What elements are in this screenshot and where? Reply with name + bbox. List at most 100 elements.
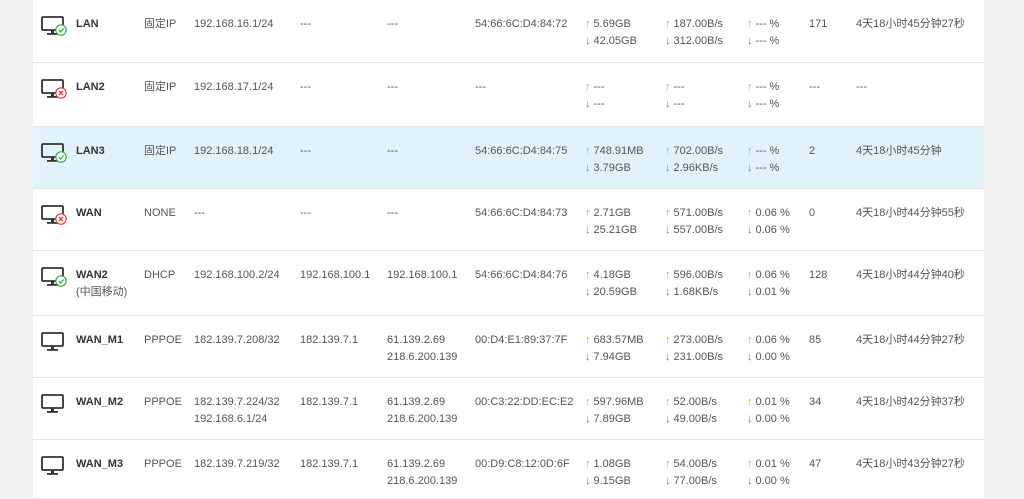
transfer-rate-down-value: 312.00B/s [673, 35, 724, 47]
gateway: 192.168.100.1 [300, 269, 371, 281]
interface-name-label: WAN_M3 [76, 458, 124, 470]
table-row[interactable]: LAN 固定IP 192.168.16.1/24 --- --- 54:66:6C:D4:… [33, 0, 984, 63]
gateway: --- [300, 207, 311, 219]
transfer-rate-up: ↑ --- [665, 79, 685, 96]
network-interface-icon [41, 266, 67, 288]
transfer-rate-up: ↑ 187.00B/s [665, 16, 723, 33]
connection-count: --- [809, 81, 820, 93]
dns-server-value: 218.6.200.139 [387, 475, 458, 487]
traffic-total-down-value: 20.59GB [593, 286, 637, 298]
dns-server-value: 218.6.200.139 [387, 351, 458, 363]
gateway: 182.139.7.1 [300, 396, 359, 408]
ip-address: 192.168.17.1/24 [194, 79, 274, 96]
table-row[interactable]: WAN_M1 PPPOE 182.139.7.208/32 182.139.7.1 61… [33, 316, 984, 378]
table-row[interactable]: WAN_M3 PPPOE 182.139.7.219/32 182.139.7.1 61… [33, 440, 984, 499]
packet-loss: ↑ 0.06 % ↓ 0.06 % [747, 205, 790, 239]
arrow-up-icon: ↑ [665, 269, 671, 281]
table-row[interactable]: LAN2 固定IP 192.168.17.1/24 --- --- --- ↑ --- ↓ ---… [33, 63, 984, 127]
arrow-down-icon: ↓ [585, 413, 591, 425]
arrow-up-icon: ↑ [585, 269, 591, 281]
gateway: --- [300, 81, 311, 93]
traffic-total-down: ↓ 20.59GB [585, 284, 637, 301]
traffic-total-down-value: 3.79GB [593, 162, 631, 174]
arrow-down-icon: ↓ [585, 98, 591, 110]
transfer-rate-down: ↓ 557.00B/s [665, 222, 723, 239]
arrow-up-icon: ↑ [747, 81, 753, 93]
transfer-rate: ↑ 54.00B/s ↓ 77.00B/s [665, 456, 717, 490]
packet-loss-down: ↓ 0.01 % [747, 284, 790, 301]
traffic-total-up: ↑ 2.71GB [585, 205, 637, 222]
transfer-rate-up-value: 52.00B/s [673, 396, 717, 408]
table-row[interactable]: LAN3 固定IP 192.168.18.1/24 --- --- 54:66:6C:D4… [33, 127, 984, 189]
interface-name: WAN_M2 [76, 394, 123, 411]
packet-loss-down: ↓ --- % [747, 96, 779, 113]
dns-servers: --- [387, 143, 398, 160]
arrow-down-icon: ↓ [585, 224, 591, 236]
interface-name: WAN2 (中国移动) [76, 267, 127, 301]
traffic-total: ↑ 597.96MB ↓ 7.89GB [585, 394, 644, 428]
packet-loss-down-value: 0.00 % [755, 351, 790, 363]
traffic-total-down-value: 9.15GB [593, 475, 631, 487]
packet-loss-up-value: --- % [755, 81, 780, 93]
dns-servers: 61.139.2.69 218.6.200.139 [387, 394, 457, 428]
connection-mode: PPPOE [144, 458, 182, 470]
network-interface-icon [41, 393, 67, 415]
traffic-total-down: ↓ 7.89GB [585, 411, 644, 428]
packet-loss-up-value: 0.01 % [755, 396, 790, 408]
ip-address-value: --- [194, 207, 205, 219]
arrow-up-icon: ↑ [665, 18, 671, 30]
transfer-rate-down-value: 231.00B/s [673, 351, 724, 363]
arrow-up-icon: ↑ [585, 18, 591, 30]
traffic-total: ↑ 683.57MB ↓ 7.94GB [585, 332, 644, 366]
traffic-total-up: ↑ 5.69GB [585, 16, 637, 33]
arrow-down-icon: ↓ [665, 98, 671, 110]
traffic-total-down-value: 7.89GB [593, 413, 631, 425]
dns-servers: 61.139.2.69 218.6.200.139 [387, 332, 457, 366]
connection-mode: 固定IP [144, 18, 177, 30]
traffic-total-up-value: 597.96MB [593, 396, 644, 408]
traffic-total-up-value: --- [593, 81, 605, 93]
connection-mode: 固定IP [144, 145, 177, 157]
arrow-down-icon: ↓ [747, 351, 753, 363]
mac-address: 54:66:6C:D4:84:76 [475, 269, 568, 281]
arrow-up-icon: ↑ [747, 458, 753, 470]
arrow-up-icon: ↑ [665, 145, 671, 157]
ip-address: 182.139.7.224/32 192.168.6.1/24 [194, 394, 280, 428]
transfer-rate-up: ↑ 273.00B/s [665, 332, 723, 349]
interface-name-label: WAN_M1 [76, 334, 124, 346]
arrow-down-icon: ↓ [665, 286, 671, 298]
transfer-rate-down: ↓ 77.00B/s [665, 473, 717, 490]
table-row[interactable]: WAN2 (中国移动) DHCP 192.168.100.2/24 192.168.10… [33, 251, 984, 316]
network-interface-icon [41, 78, 67, 100]
interface-name: WAN [76, 205, 102, 222]
arrow-down-icon: ↓ [665, 351, 671, 363]
dns-server-value: --- [387, 81, 398, 93]
dns-servers: --- [387, 16, 398, 33]
packet-loss-down: ↓ 0.06 % [747, 222, 790, 239]
arrow-up-icon: ↑ [585, 396, 591, 408]
transfer-rate-up-value: 702.00B/s [673, 145, 724, 157]
traffic-total: ↑ 748.91MB ↓ 3.79GB [585, 143, 644, 177]
uptime: 4天18小时45分钟 [856, 145, 942, 157]
traffic-total-up: ↑ 1.08GB [585, 456, 631, 473]
interface-name: LAN2 [76, 79, 105, 96]
arrow-up-icon: ↑ [747, 207, 753, 219]
ip-address: 182.139.7.208/32 [194, 332, 280, 349]
traffic-total-down-value: --- [593, 98, 605, 110]
connection-count: 171 [809, 18, 828, 30]
connection-count: 47 [809, 458, 822, 470]
arrow-up-icon: ↑ [585, 81, 591, 93]
transfer-rate: ↑ 702.00B/s ↓ 2.96KB/s [665, 143, 723, 177]
transfer-rate-down: ↓ --- [665, 96, 685, 113]
gateway: --- [300, 145, 311, 157]
arrow-down-icon: ↓ [665, 162, 671, 174]
ip-address-value: 192.168.17.1/24 [194, 81, 274, 93]
arrow-down-icon: ↓ [665, 413, 671, 425]
table-row[interactable]: WAN_M2 PPPOE 182.139.7.224/32 192.168.6.1/2… [33, 378, 984, 440]
traffic-total-up: ↑ 597.96MB [585, 394, 644, 411]
mac-address: 54:66:6C:D4:84:72 [475, 18, 568, 30]
packet-loss-down-value: 0.00 % [755, 475, 790, 487]
transfer-rate-down: ↓ 1.68KB/s [665, 284, 723, 301]
table-row[interactable]: WAN NONE --- --- --- 54:66:6C:D4:84:73 ↑ 2.71GB… [33, 189, 984, 251]
transfer-rate-down: ↓ 312.00B/s [665, 33, 723, 50]
